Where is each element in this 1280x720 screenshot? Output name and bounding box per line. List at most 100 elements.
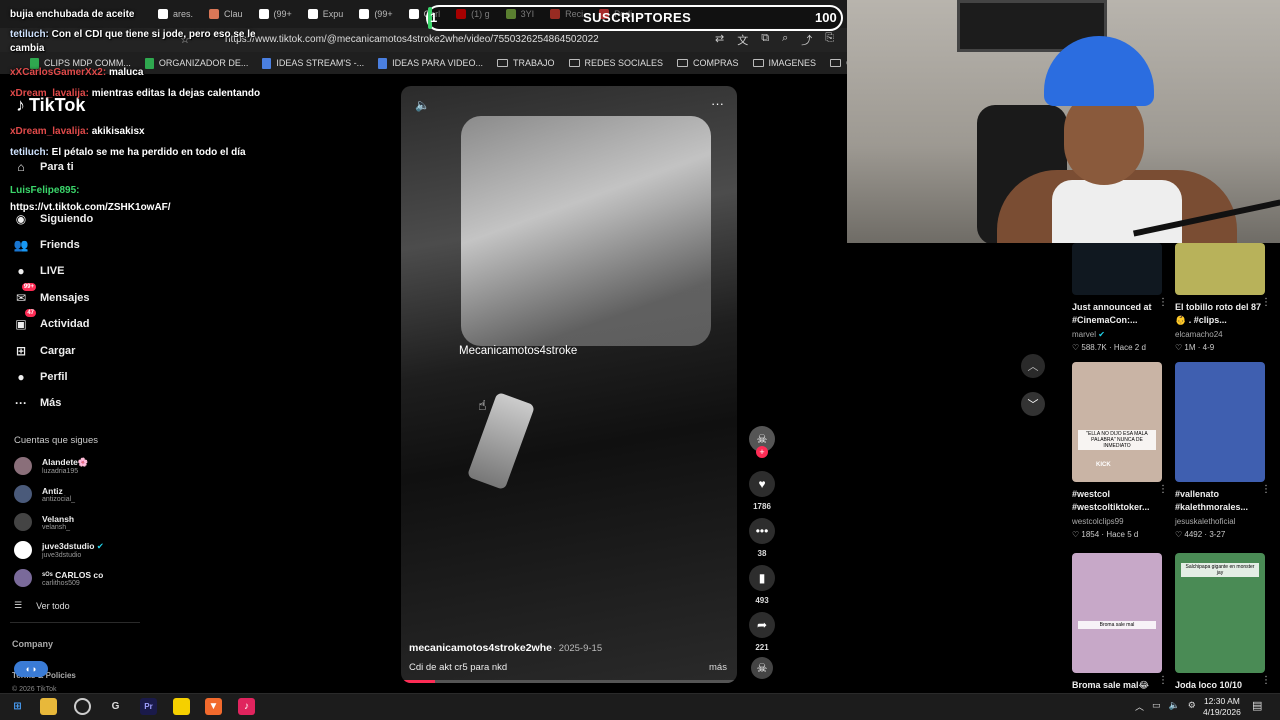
copy-icon[interactable]: ⎘ (825, 32, 834, 48)
recommended-video[interactable]: Broma sale mal Broma sale mal😂 ⋮ (1072, 553, 1168, 692)
recommended-video-title[interactable]: El tobillo roto del 87 👶 . #clips... (1175, 301, 1265, 327)
bookmark-item[interactable]: REDES SOCIALES (568, 58, 663, 68)
following-name: Velansh (42, 514, 74, 524)
video-author[interactable]: mecanicamotos4stroke2whe (409, 642, 552, 654)
video-thumbnail[interactable]: "ELLA NO DIJO ESA MALA PALABRA" NUNCA DE… (1072, 362, 1162, 482)
bookmark-item[interactable]: IMAGENES (752, 58, 816, 68)
file-explorer-icon[interactable] (40, 698, 57, 715)
network-icon[interactable]: ▭ (1152, 700, 1161, 713)
kebab-menu-icon[interactable]: ⋮ (1261, 675, 1271, 686)
video-more-options-icon[interactable]: ··· (711, 96, 724, 111)
video-thumbnail[interactable] (1175, 243, 1265, 295)
bookmark-item[interactable]: TRABAJO (496, 58, 555, 68)
recommended-video[interactable]: El tobillo roto del 87 👶 . #clips... elca… (1175, 175, 1271, 352)
heart-outline-icon: ♡ (1072, 530, 1082, 540)
kebab-menu-icon[interactable]: ⋮ (1158, 297, 1168, 308)
tiktok-app-icon[interactable]: ♪ (238, 698, 255, 715)
volume-tray-icon[interactable]: 🔈 (1169, 700, 1180, 713)
url-text[interactable]: https://www.tiktok.com/@mecanicamotos4st… (225, 34, 599, 45)
next-video-button[interactable]: ﹀ (1021, 392, 1045, 416)
following-account[interactable]: ˢᴼˢ CARLOS co carlithos509 (14, 567, 103, 589)
windows-start-icon[interactable]: ⊞ (9, 698, 26, 715)
recommended-video[interactable]: Just announced at #CinemaCon:... marvel ✔… (1072, 175, 1168, 353)
premiere-icon[interactable]: Pr (140, 698, 157, 715)
sidebar-item-cargar[interactable]: ⊞ Cargar (12, 340, 76, 362)
brave-browser-icon[interactable]: ▼ (205, 698, 222, 715)
kebab-menu-icon[interactable]: ⋮ (1158, 484, 1168, 495)
footer-company-link[interactable]: Company (12, 639, 53, 649)
music-disc-button[interactable]: ☠ (749, 657, 775, 679)
bookmark-item[interactable]: CUENTAS (830, 58, 847, 68)
comment-icon: ••• (749, 518, 775, 544)
recommended-video-title[interactable]: Joda loco 10/10 (1175, 679, 1265, 692)
windows-taskbar (0, 693, 1280, 720)
kebab-menu-icon[interactable]: ⋮ (1158, 675, 1168, 686)
video-more-link[interactable]: más (709, 662, 727, 673)
clock[interactable]: 12:30 AM 4/19/2026 (1203, 696, 1241, 718)
sidebar-item-live[interactable]: ● LIVE (12, 260, 64, 282)
video-player[interactable]: 🔈 ··· Mecanicamotos4stroke mecanicamotos… (401, 86, 737, 683)
recommended-video-author[interactable]: westcolclips99 (1072, 517, 1162, 526)
comment-button[interactable]: ••• 38 (749, 518, 775, 558)
following-name: Antiz (42, 486, 75, 496)
meta-separator: · (1106, 343, 1114, 353)
share-button[interactable]: ➦ 221 (749, 612, 775, 652)
creator-avatar-button[interactable]: ☠ + (749, 426, 775, 458)
recommended-video-title[interactable]: #vallenato #kalethmorales... (1175, 488, 1265, 514)
recommended-video[interactable]: Salchipapa gigante en monster jay Joda lo… (1175, 553, 1271, 692)
bookmark-item[interactable]: IDEAS STREAM'S -... (262, 57, 364, 69)
chat-username: LuisFelipe895: (10, 185, 80, 196)
following-account[interactable]: juve3dstudio ✔ juve3dstudio (14, 539, 104, 561)
video-thumbnail[interactable] (1175, 362, 1265, 482)
see-all-button[interactable]: ☰ Ver todo (14, 600, 70, 611)
like-button[interactable]: ♥ 1786 (749, 471, 775, 511)
browser-tab[interactable]: (99+ (351, 3, 400, 25)
kebab-menu-icon[interactable]: ⋮ (1261, 297, 1271, 308)
video-thumbnail[interactable]: Broma sale mal (1072, 553, 1162, 673)
sticky-notes-icon[interactable] (173, 698, 190, 715)
following-account[interactable]: Alandete🌸 luzadria195 (14, 455, 88, 477)
video-thumbnail[interactable] (1072, 243, 1162, 295)
obs-icon[interactable] (74, 698, 91, 715)
share-icon[interactable]: ⤴ (801, 32, 812, 48)
recommended-video-title[interactable]: Broma sale mal😂 (1072, 679, 1162, 692)
follow-plus-icon[interactable]: + (756, 446, 768, 458)
sidebar-item-m-s[interactable]: ··· Más (12, 392, 61, 414)
app-g-icon[interactable]: G (107, 698, 124, 715)
open-external-icon[interactable]: ⧉ (761, 32, 769, 48)
following-account[interactable]: Antiz antizocial_ (14, 483, 75, 505)
notification-icon[interactable]: ▤ (1252, 699, 1262, 712)
recommended-video[interactable]: #vallenato #kalethmorales... jesuskaletho… (1175, 362, 1271, 539)
previous-video-button[interactable]: ︿ (1021, 354, 1045, 378)
bookmark-item[interactable]: IDEAS PARA VIDEO... (378, 57, 483, 69)
recommended-video-author[interactable]: elcamacho24 (1175, 330, 1265, 339)
sidebar-item-mensajes[interactable]: ✉ 99+ Mensajes (12, 283, 90, 309)
sidebar-item-perfil[interactable]: ● Perfil (12, 366, 68, 388)
sidebar-item-actividad[interactable]: ▣ 47 Actividad (12, 309, 90, 335)
recommended-video[interactable]: "ELLA NO DIJO ESA MALA PALABRA" NUNCA DE… (1072, 362, 1168, 540)
sidebar-item-friends[interactable]: 👥 Friends (12, 234, 80, 256)
bookmark-item[interactable]: COMPRAS (677, 58, 739, 68)
share-count: 221 (755, 643, 769, 652)
recommended-video-author[interactable]: marvel ✔ (1072, 330, 1162, 339)
translate-icon[interactable]: ⇄ (715, 32, 724, 48)
zoom-icon[interactable]: ⌕ (782, 32, 788, 48)
kebab-menu-icon[interactable]: ⋮ (1261, 484, 1271, 495)
following-account[interactable]: Velansh velansh_ (14, 511, 74, 533)
recommended-video-title[interactable]: Just announced at #CinemaCon:... (1072, 301, 1162, 327)
recommended-video-author[interactable]: jesuskalethoficial (1175, 517, 1265, 526)
settings-gear-icon[interactable]: ⚙ (1188, 700, 1196, 713)
tray-chevron-icon[interactable]: ︿ (1135, 700, 1144, 713)
volume-icon[interactable]: 🔈 (415, 98, 430, 112)
music-disc-icon: ☠ (751, 657, 773, 679)
sidebar-item-label: Perfil (40, 371, 68, 383)
save-button[interactable]: ▮ 493 (749, 565, 775, 605)
video-thumbnail[interactable]: Salchipapa gigante en monster jay (1175, 553, 1265, 673)
following-handle: antizocial_ (42, 495, 76, 503)
browser-tab[interactable]: Expu (300, 3, 352, 25)
chat-message: tetiluch: Con el CDI que tiene si jode, … (10, 28, 265, 55)
reader-icon[interactable]: 文 (737, 32, 748, 48)
recommended-video-title[interactable]: #westcol #westcoltiktoker... (1072, 488, 1162, 514)
sidebar-item-label: LIVE (40, 265, 65, 277)
video-progress-bar[interactable] (401, 680, 737, 683)
